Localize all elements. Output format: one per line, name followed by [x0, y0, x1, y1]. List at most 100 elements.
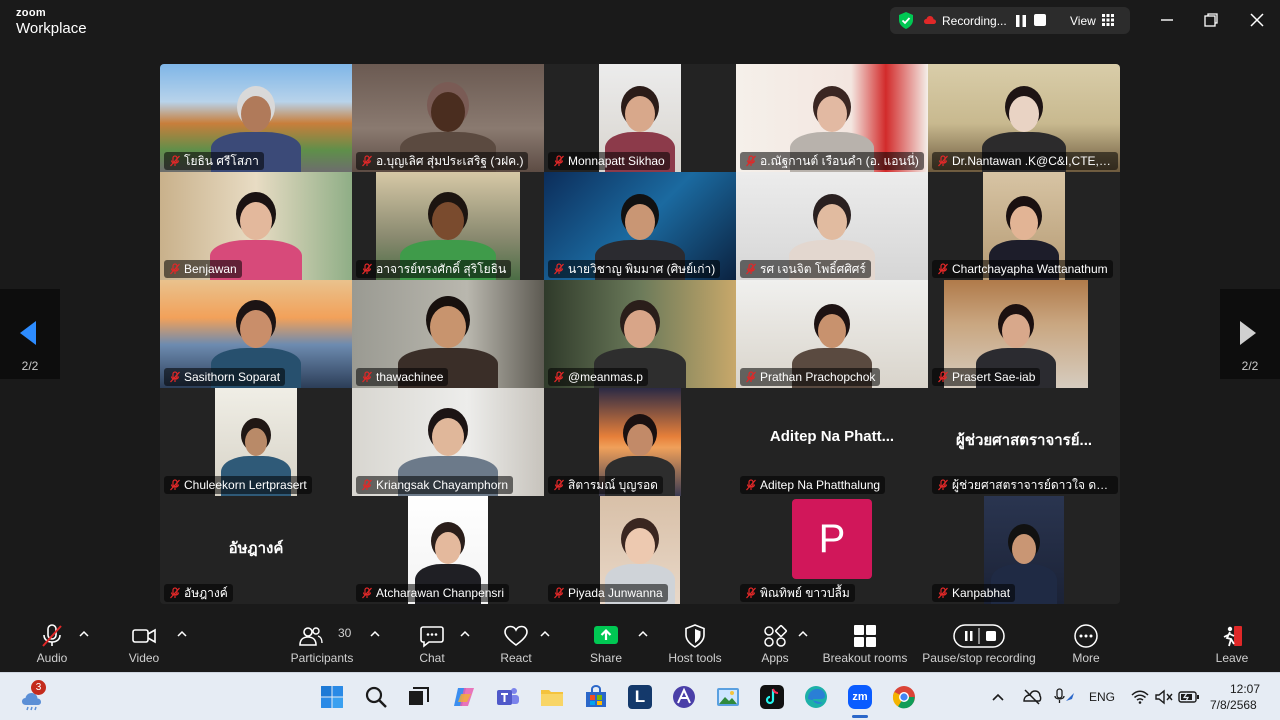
zoom-app-icon[interactable]: zm: [848, 685, 872, 709]
apps-button[interactable]: Apps: [752, 614, 798, 672]
leave-button[interactable]: Leave: [1208, 614, 1256, 672]
participant-tile[interactable]: @meanmas.p: [544, 280, 736, 388]
participant-tile[interactable]: Monnapatt Sikhao: [544, 64, 736, 172]
participant-tile[interactable]: thawachinee: [352, 280, 544, 388]
participant-tile[interactable]: Dr.Nantawan .K@C&I,CTE,P...: [928, 64, 1120, 172]
chevron-left-icon: [20, 321, 36, 345]
react-label: React: [500, 651, 532, 665]
participant-name: Benjawan: [184, 262, 237, 276]
share-button[interactable]: Share: [582, 614, 630, 672]
participant-name-label: Dr.Nantawan .K@C&I,CTE,P...: [932, 152, 1118, 170]
restore-icon[interactable]: [1201, 10, 1221, 30]
tiktok-icon[interactable]: [760, 685, 784, 709]
share-options-caret-icon[interactable]: [638, 630, 648, 638]
search-icon[interactable]: [364, 685, 388, 709]
copilot-icon[interactable]: [452, 685, 476, 709]
clock-date[interactable]: 7/8/2568: [1210, 698, 1257, 712]
affinity-icon[interactable]: [672, 685, 696, 709]
participant-tile[interactable]: อ.ณัฐกานต์ เรือนคำ (อ. แอนนี่): [736, 64, 928, 172]
participant-tile[interactable]: อาจารย์ทรงศักดิ์ สุริโยธิน: [352, 172, 544, 280]
minimize-icon[interactable]: [1157, 10, 1177, 30]
participant-tile[interactable]: Benjawan: [160, 172, 352, 280]
participant-name-label: นายวิชาญ พิมมาศ (ศิษย์เก่า): [548, 260, 721, 278]
participant-tile[interactable]: Kanpabhat: [928, 496, 1120, 604]
chevron-right-icon: [1240, 321, 1256, 345]
mic-muted-icon: [746, 263, 756, 275]
apps-options-caret-icon[interactable]: [798, 630, 808, 638]
video-button[interactable]: Video: [118, 614, 170, 672]
participant-name: โยธิน ศรีโสภา: [184, 154, 259, 168]
edge-browser-icon[interactable]: [804, 685, 828, 709]
next-page-button[interactable]: 2/2: [1220, 289, 1280, 379]
participant-tile[interactable]: อัษฎางค์ อัษฎางค์: [160, 496, 352, 604]
participants-options-caret-icon[interactable]: [370, 630, 380, 638]
chat-bubble-icon: [420, 626, 444, 648]
pause-recording-icon[interactable]: [1014, 14, 1028, 28]
participants-button[interactable]: 30 Participants: [288, 614, 356, 672]
mic-muted-icon: [746, 479, 756, 491]
participant-tile[interactable]: Chuleekorn Lertprasert: [160, 388, 352, 496]
chrome-icon[interactable]: [892, 685, 916, 709]
participant-tile[interactable]: P พิณทิพย์ ขาวปลื้ม: [736, 496, 928, 604]
show-hidden-icons-icon[interactable]: [990, 685, 1006, 709]
grid-view-icon[interactable]: [1102, 14, 1114, 26]
participant-tile[interactable]: รศ เจนจิต โพธิ์ศศิศร์: [736, 172, 928, 280]
participant-face: [818, 314, 846, 348]
close-icon[interactable]: [1247, 10, 1267, 30]
video-options-caret-icon[interactable]: [177, 630, 187, 638]
recording-bar: Recording... View: [890, 7, 1130, 34]
participant-tile[interactable]: ผู้ช่วยศาสตราจารย์... ผู้ช่วยศาสตราจารย์ด…: [928, 388, 1120, 496]
audio-label: Audio: [36, 651, 68, 665]
battery-icon[interactable]: [1178, 685, 1200, 709]
participant-tile[interactable]: Piyada Junwanna: [544, 496, 736, 604]
wifi-icon[interactable]: [1130, 685, 1150, 709]
participant-tile[interactable]: Kriangsak Chayamphorn: [352, 388, 544, 496]
participant-tile[interactable]: สิตารมณ์ บุญรอด: [544, 388, 736, 496]
more-button[interactable]: More: [1062, 614, 1110, 672]
speaker-muted-icon[interactable]: [1154, 685, 1174, 709]
windows-start-icon[interactable]: [320, 685, 344, 709]
language-indicator[interactable]: ENG: [1089, 690, 1115, 704]
audio-button[interactable]: Audio: [26, 614, 78, 672]
participant-tile[interactable]: นายวิชาญ พิมมาศ (ศิษย์เก่า): [544, 172, 736, 280]
participant-tile[interactable]: Prasert Sae-iab: [928, 280, 1120, 388]
chat-options-caret-icon[interactable]: [460, 630, 470, 638]
microphone-tray-icon[interactable]: [1052, 685, 1076, 709]
shield-check-icon[interactable]: [898, 12, 914, 29]
file-explorer-icon[interactable]: [540, 685, 564, 709]
participant-tile[interactable]: Chartchayapha Wattanathum: [928, 172, 1120, 280]
participant-tile[interactable]: Aditep Na Phatt... Aditep Na Phatthalung: [736, 388, 928, 496]
audio-options-caret-icon[interactable]: [79, 630, 89, 638]
letter-app-icon[interactable]: L: [628, 685, 652, 709]
participant-tile[interactable]: Prathan Prachopchok: [736, 280, 928, 388]
stop-recording-icon[interactable]: [1034, 14, 1046, 26]
pause-stop-recording-button[interactable]: Pause/stop recording: [920, 614, 1038, 672]
view-button[interactable]: View: [1070, 14, 1096, 28]
participant-name-label: Aditep Na Phatthalung: [740, 476, 886, 494]
task-view-icon[interactable]: [407, 685, 431, 709]
more-options-icon: [1074, 624, 1098, 648]
weather-badge: 3: [31, 680, 46, 695]
teams-icon[interactable]: [496, 685, 520, 709]
react-button[interactable]: React: [492, 614, 540, 672]
photo-viewer-icon[interactable]: [716, 685, 740, 709]
clock-time[interactable]: 12:07: [1230, 682, 1260, 696]
network-off-icon[interactable]: [1022, 685, 1042, 709]
chat-button[interactable]: Chat: [408, 614, 456, 672]
cloud-recording-icon: [924, 16, 936, 24]
breakout-rooms-button[interactable]: Breakout rooms: [820, 614, 910, 672]
participant-name: Atcharawan Chanpensri: [376, 586, 505, 600]
previous-page-button[interactable]: 2/2: [0, 289, 60, 379]
react-options-caret-icon[interactable]: [540, 630, 550, 638]
participant-tile[interactable]: อ.บุญเลิศ สุ่มประเสริฐ (วฝค.): [352, 64, 544, 172]
participant-tile[interactable]: Sasithorn Soparat: [160, 280, 352, 388]
participant-name: Aditep Na Phatthalung: [760, 478, 881, 492]
video-gallery: โยธิน ศรีโสภา อ.บุญเลิศ สุ่มประเสริฐ (วฝค…: [160, 64, 1120, 604]
microsoft-store-icon[interactable]: [584, 685, 608, 709]
participant-tile[interactable]: โยธิน ศรีโสภา: [160, 64, 352, 172]
windows-taskbar: L zm ENG 12:07 7/8/2568: [0, 672, 1280, 720]
participant-name-label: Sasithorn Soparat: [164, 368, 286, 386]
host-tools-button[interactable]: Host tools: [664, 614, 726, 672]
participant-face: [1012, 534, 1036, 564]
participant-tile[interactable]: Atcharawan Chanpensri: [352, 496, 544, 604]
